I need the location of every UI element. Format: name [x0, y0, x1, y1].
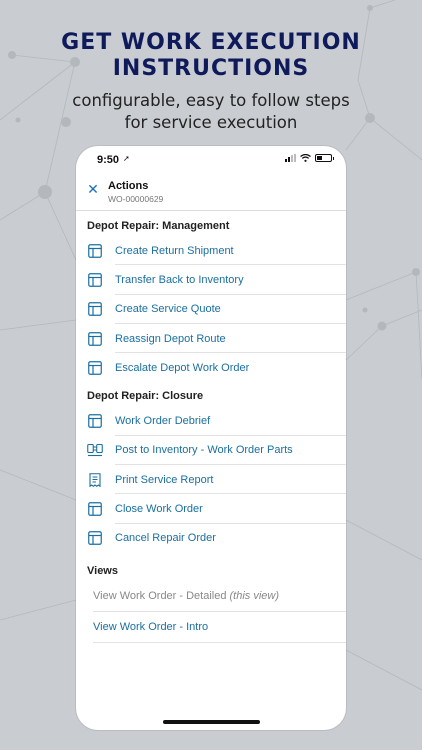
action-transfer-back-to-inventory[interactable]: Transfer Back to Inventory	[76, 265, 346, 295]
view-label: View Work Order - Intro	[93, 621, 209, 634]
status-icons	[285, 154, 334, 162]
action-label: Work Order Debrief	[115, 415, 211, 428]
section-title-management: Depot Repair: Management	[87, 220, 230, 232]
headline: GET WORK EXECUTION INSTRUCTIONS	[0, 30, 422, 82]
action-label: Post to Inventory - Work Order Parts	[115, 444, 293, 457]
section-closure-items: Work Order Debrief Post to Inventory - W…	[76, 406, 346, 552]
actions-list: Depot Repair: Management Create Return S…	[76, 212, 346, 643]
report-icon	[87, 472, 103, 488]
view-label: View Work Order - Detailed	[93, 590, 227, 603]
section-title-views: Views	[87, 564, 118, 577]
action-label: Cancel Repair Order	[115, 532, 216, 545]
page-title: Actions	[108, 180, 149, 192]
signal-icon	[285, 154, 296, 162]
phone-screen: 9:50 ➚ ✕ Actions WO-00000629 Depot Repai…	[76, 146, 346, 730]
action-label: Escalate Depot Work Order	[115, 361, 250, 374]
subheadline-line-1: configurable, easy to follow steps	[72, 91, 350, 110]
home-indicator	[163, 720, 260, 724]
action-label: Transfer Back to Inventory	[115, 273, 244, 286]
action-create-return-shipment[interactable]: Create Return Shipment	[76, 236, 346, 266]
section-management-items: Create Return Shipment Transfer Back to …	[76, 236, 346, 382]
view-current-detailed: View Work Order - Detailed (this view)	[76, 581, 346, 612]
action-label: Create Service Quote	[115, 303, 221, 316]
subheadline-line-2: for service execution	[124, 113, 298, 132]
table-icon	[87, 530, 103, 546]
table-icon	[87, 501, 103, 517]
action-label: Create Return Shipment	[115, 244, 234, 257]
view-work-order-intro[interactable]: View Work Order - Intro	[76, 612, 346, 643]
transfer-icon	[87, 442, 103, 458]
action-close-work-order[interactable]: Close Work Order	[76, 494, 346, 524]
action-post-to-inventory[interactable]: Post to Inventory - Work Order Parts	[76, 436, 346, 466]
action-label: Reassign Depot Route	[115, 332, 226, 345]
action-print-service-report[interactable]: Print Service Report	[76, 465, 346, 495]
subheadline: configurable, easy to follow steps for s…	[0, 90, 422, 134]
table-icon	[87, 243, 103, 259]
header-divider	[76, 210, 346, 211]
section-title-closure: Depot Repair: Closure	[87, 390, 204, 403]
wifi-icon	[300, 154, 311, 162]
table-icon	[87, 301, 103, 317]
location-icon: ➚	[123, 154, 130, 163]
action-label: Close Work Order	[115, 503, 203, 516]
action-create-service-quote[interactable]: Create Service Quote	[76, 295, 346, 325]
action-cancel-repair-order[interactable]: Cancel Repair Order	[76, 524, 346, 553]
work-order-number: WO-00000629	[108, 194, 164, 204]
table-icon	[87, 272, 103, 288]
action-label: Print Service Report	[115, 473, 214, 486]
action-work-order-debrief[interactable]: Work Order Debrief	[76, 406, 346, 437]
current-view-hint: (this view)	[229, 590, 279, 603]
status-time: 9:50	[97, 154, 120, 166]
status-bar: 9:50 ➚	[76, 146, 346, 174]
headline-line-2: INSTRUCTIONS	[112, 56, 310, 81]
table-icon	[87, 331, 103, 347]
table-icon	[87, 413, 103, 429]
table-icon	[87, 360, 103, 376]
action-reassign-depot-route[interactable]: Reassign Depot Route	[76, 324, 346, 354]
close-icon[interactable]: ✕	[86, 182, 100, 196]
headline-line-1: GET WORK EXECUTION	[61, 30, 361, 55]
battery-icon	[315, 154, 334, 162]
actions-header: ✕ Actions WO-00000629	[76, 176, 346, 210]
action-escalate-depot-work-order[interactable]: Escalate Depot Work Order	[76, 353, 346, 382]
